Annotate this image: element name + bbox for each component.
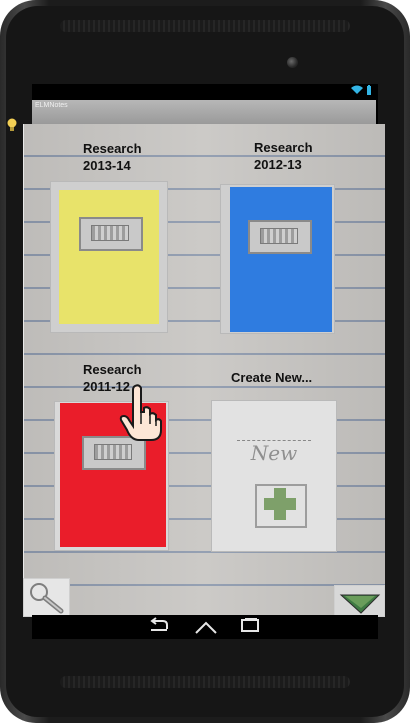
- new-sketch-text: New: [237, 440, 311, 465]
- home-icon[interactable]: [194, 617, 218, 640]
- status-bar: [32, 84, 378, 98]
- front-camera: [287, 57, 298, 68]
- notebook-cover-yellow: [59, 190, 159, 324]
- notebook-title: Research 2012-13: [254, 140, 313, 172]
- recents-icon[interactable]: [238, 617, 262, 640]
- plus-icon-vertical: [274, 488, 286, 520]
- notebook-2013-14[interactable]: [50, 181, 168, 333]
- notebook-title: Research 2013-14: [83, 141, 142, 173]
- notebook-label-2012-13: Research 2012-13: [254, 139, 334, 173]
- create-new-label: Create New...: [231, 369, 341, 386]
- notebook-card: [211, 400, 337, 552]
- top-speaker-grille: [60, 20, 350, 32]
- back-icon[interactable]: [147, 617, 171, 640]
- notebook-label-2013-14: Research 2013-14: [83, 140, 163, 174]
- battery-icon: [367, 85, 371, 95]
- page-margin: [23, 124, 24, 615]
- hand-pointer-icon: [119, 384, 162, 441]
- create-new-text: Create New...: [231, 370, 313, 385]
- status-icons: [351, 85, 372, 98]
- search-button[interactable]: [23, 578, 70, 617]
- magnifier-icon: [30, 583, 64, 614]
- green-triangle-icon: [339, 594, 381, 614]
- create-note-button[interactable]: [334, 585, 385, 617]
- create-new-notebook[interactable]: New: [211, 400, 337, 552]
- notebook-emblem: [247, 220, 312, 254]
- notebook-emblem: [79, 217, 143, 251]
- app-title: ELMNotes: [35, 102, 68, 109]
- app-title-bar: ELMNotes: [32, 100, 376, 124]
- wifi-icon: [351, 85, 364, 94]
- lightbulb-icon: [6, 118, 18, 135]
- bottom-speaker-grille: [60, 676, 350, 688]
- system-nav-bar: [32, 615, 378, 639]
- notebook-shelf: Research 2013-14 Research 2012-13 Resear…: [23, 124, 385, 615]
- notebook-cover-blue: [230, 187, 332, 332]
- notebook-2012-13[interactable]: [220, 184, 335, 334]
